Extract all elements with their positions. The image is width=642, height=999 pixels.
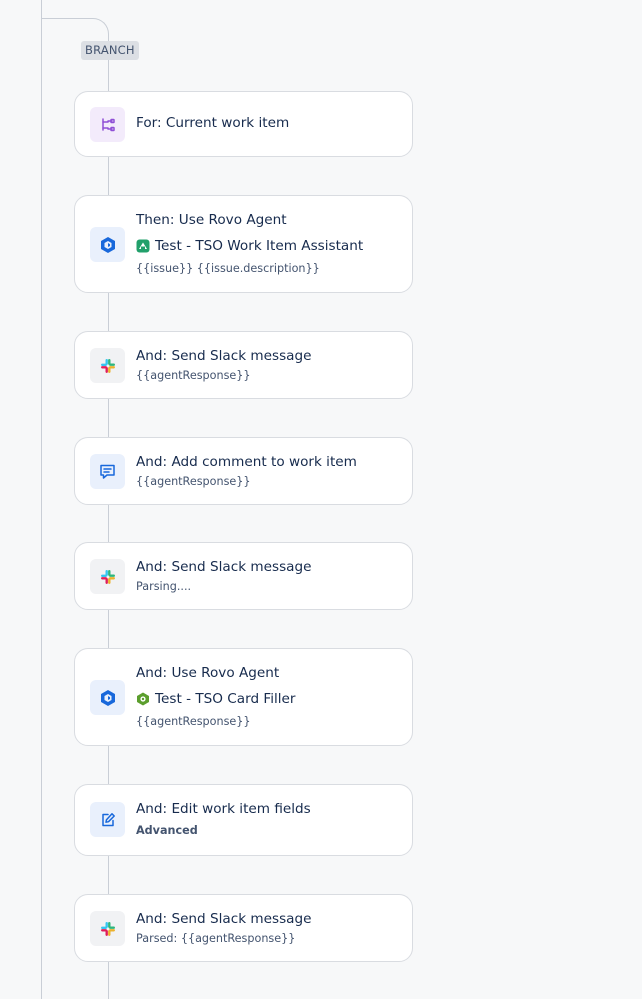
rule-component-send-slack-message[interactable]: And: Send Slack message Parsed: {{agentR…: [74, 894, 413, 962]
card-title: And: Use Rovo Agent: [136, 665, 280, 681]
card-title: And: Edit work item fields: [136, 801, 311, 817]
card-subtitle: Parsed: {{agentResponse}}: [136, 932, 296, 945]
rule-component-send-slack-message[interactable]: And: Send Slack message Parsing....: [74, 542, 413, 610]
card-subtitle: Advanced: [136, 824, 198, 837]
card-title: And: Send Slack message: [136, 559, 312, 575]
card-subtitle: {{issue}} {{issue.description}}: [136, 262, 320, 275]
rule-component-edit-work-item-fields[interactable]: And: Edit work item fields Advanced: [74, 784, 413, 856]
rule-component-add-comment[interactable]: And: Add comment to work item {{agentRes…: [74, 437, 413, 505]
card-subtitle: {{agentResponse}}: [136, 715, 251, 728]
outer-connector-line: [41, 0, 42, 999]
agent-name-row: Test - TSO Work Item Assistant: [136, 238, 363, 254]
card-subtitle: Parsing....: [136, 580, 192, 593]
slack-icon: [90, 559, 125, 594]
rovo-icon: [90, 227, 125, 262]
rule-component-send-slack-message[interactable]: And: Send Slack message {{agentResponse}…: [74, 331, 413, 399]
card-title: Then: Use Rovo Agent: [136, 212, 287, 228]
card-title: And: Send Slack message: [136, 348, 312, 364]
slack-icon: [90, 911, 125, 946]
card-subtitle: {{agentResponse}}: [136, 369, 251, 382]
comment-icon: [90, 454, 125, 489]
card-subtitle: {{agentResponse}}: [136, 475, 251, 488]
branch-badge: BRANCH: [81, 41, 139, 60]
agent-avatar-icon: [136, 239, 150, 253]
agent-name-row: Test - TSO Card Filler: [136, 691, 296, 707]
rule-component-use-rovo-agent[interactable]: And: Use Rovo Agent Test - TSO Card Fill…: [74, 648, 413, 746]
rovo-icon: [90, 680, 125, 715]
rule-component-use-rovo-agent[interactable]: Then: Use Rovo Agent Test - TSO Work Ite…: [74, 195, 413, 293]
card-title: For: Current work item: [136, 115, 290, 131]
card-title: And: Add comment to work item: [136, 454, 357, 470]
agent-name: Test - TSO Work Item Assistant: [155, 238, 364, 254]
agent-name: Test - TSO Card Filler: [155, 691, 296, 707]
rule-component-for-current-work-item[interactable]: For: Current work item: [74, 91, 413, 157]
agent-avatar-icon: [136, 692, 150, 706]
edit-icon: [90, 802, 125, 837]
card-title: And: Send Slack message: [136, 911, 312, 927]
branch-icon: [90, 107, 125, 142]
slack-icon: [90, 348, 125, 383]
